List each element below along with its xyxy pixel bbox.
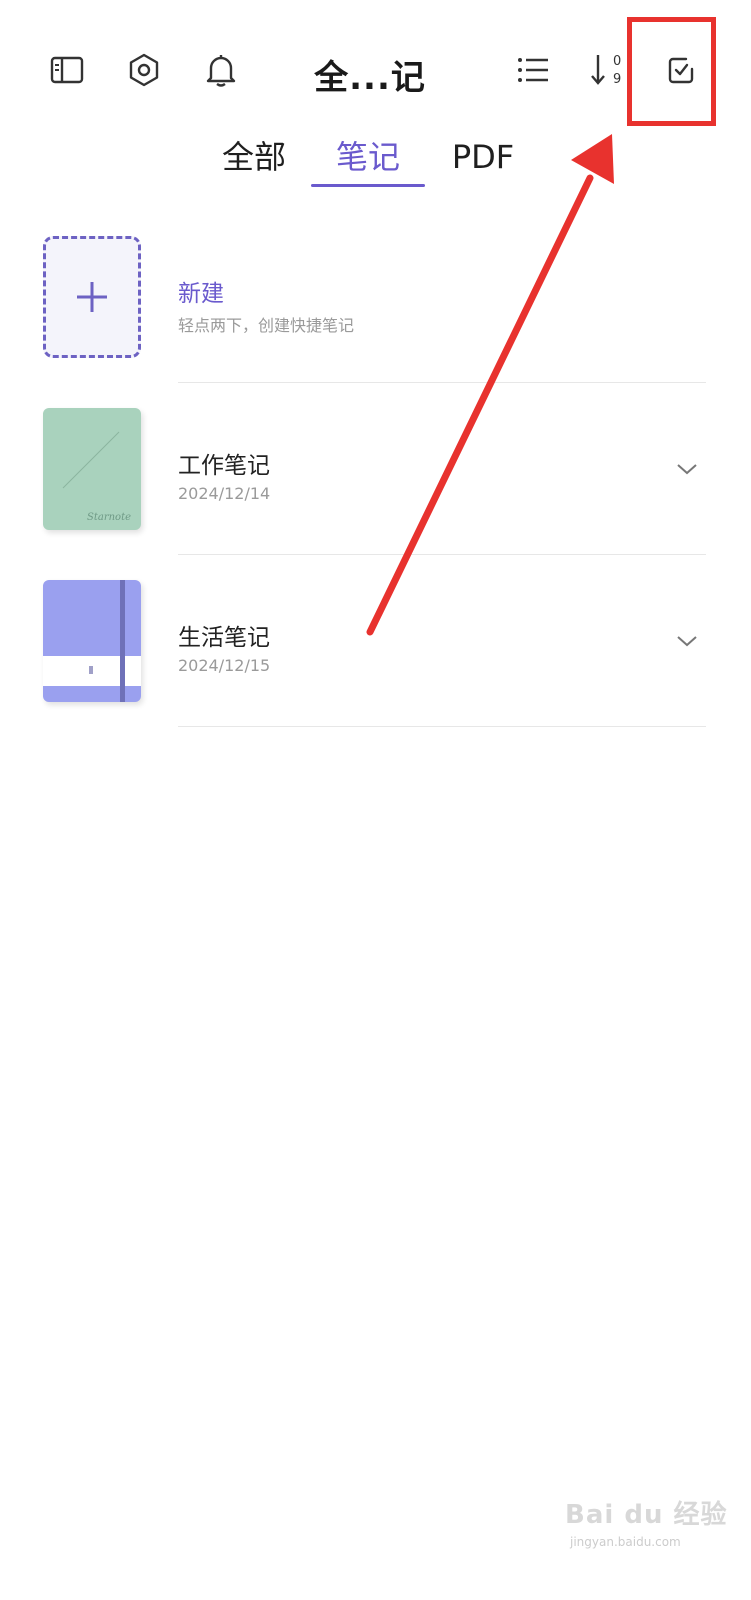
notebook-row[interactable]: 生活笔记 2024/12/15 — [0, 580, 751, 726]
watermark-url: jingyan.baidu.com — [570, 1535, 681, 1549]
sort-digit-top: 0 — [613, 54, 621, 69]
cover-logo — [89, 666, 93, 674]
cover-elastic-strap — [120, 580, 125, 702]
divider — [178, 554, 706, 555]
chevron-down-icon[interactable] — [674, 456, 700, 482]
annotation-highlight-box — [627, 17, 716, 126]
watermark-logo: Bai du 经验 — [565, 1500, 728, 1530]
notebook-row[interactable]: Starnote 工作笔记 2024/12/14 — [0, 408, 751, 554]
notebook-cover-purple — [43, 580, 141, 702]
notebook-cover-green: Starnote — [43, 408, 141, 530]
notebook-title: 工作笔记 — [178, 453, 270, 479]
divider — [178, 726, 706, 727]
new-notebook-title: 新建 — [178, 281, 224, 307]
notebook-title: 生活笔记 — [178, 625, 270, 651]
new-notebook-row[interactable]: 新建 轻点两下，创建快捷笔记 — [0, 236, 751, 382]
new-notebook-tile[interactable] — [43, 236, 141, 358]
notes-screen: 全...记 0 9 全部 笔记 PDF 新建 轻点两下，创建快捷笔记 Starn… — [0, 0, 751, 1600]
sort-digit-bottom: 9 — [613, 72, 621, 87]
divider — [178, 382, 706, 383]
list-view-icon[interactable] — [511, 48, 555, 92]
bell-icon[interactable] — [199, 48, 243, 92]
sidebar-icon[interactable] — [45, 48, 89, 92]
page-title: 全...记 — [314, 58, 426, 98]
tab-notes[interactable]: 笔记 — [323, 132, 413, 188]
tab-all[interactable]: 全部 — [213, 132, 295, 188]
active-tab-indicator — [311, 184, 425, 187]
chevron-down-icon[interactable] — [674, 628, 700, 654]
notebook-date: 2024/12/15 — [178, 656, 271, 675]
new-notebook-hint: 轻点两下，创建快捷笔记 — [178, 316, 355, 335]
tab-bar: 全部 笔记 PDF — [0, 132, 751, 192]
notebook-date: 2024/12/14 — [178, 484, 271, 503]
sort-numeric-icon[interactable]: 0 9 — [584, 48, 632, 92]
settings-icon[interactable] — [122, 48, 166, 92]
plus-icon — [77, 282, 107, 312]
tab-pdf[interactable]: PDF — [440, 132, 526, 188]
notebook-cover-brand: Starnote — [87, 512, 131, 523]
